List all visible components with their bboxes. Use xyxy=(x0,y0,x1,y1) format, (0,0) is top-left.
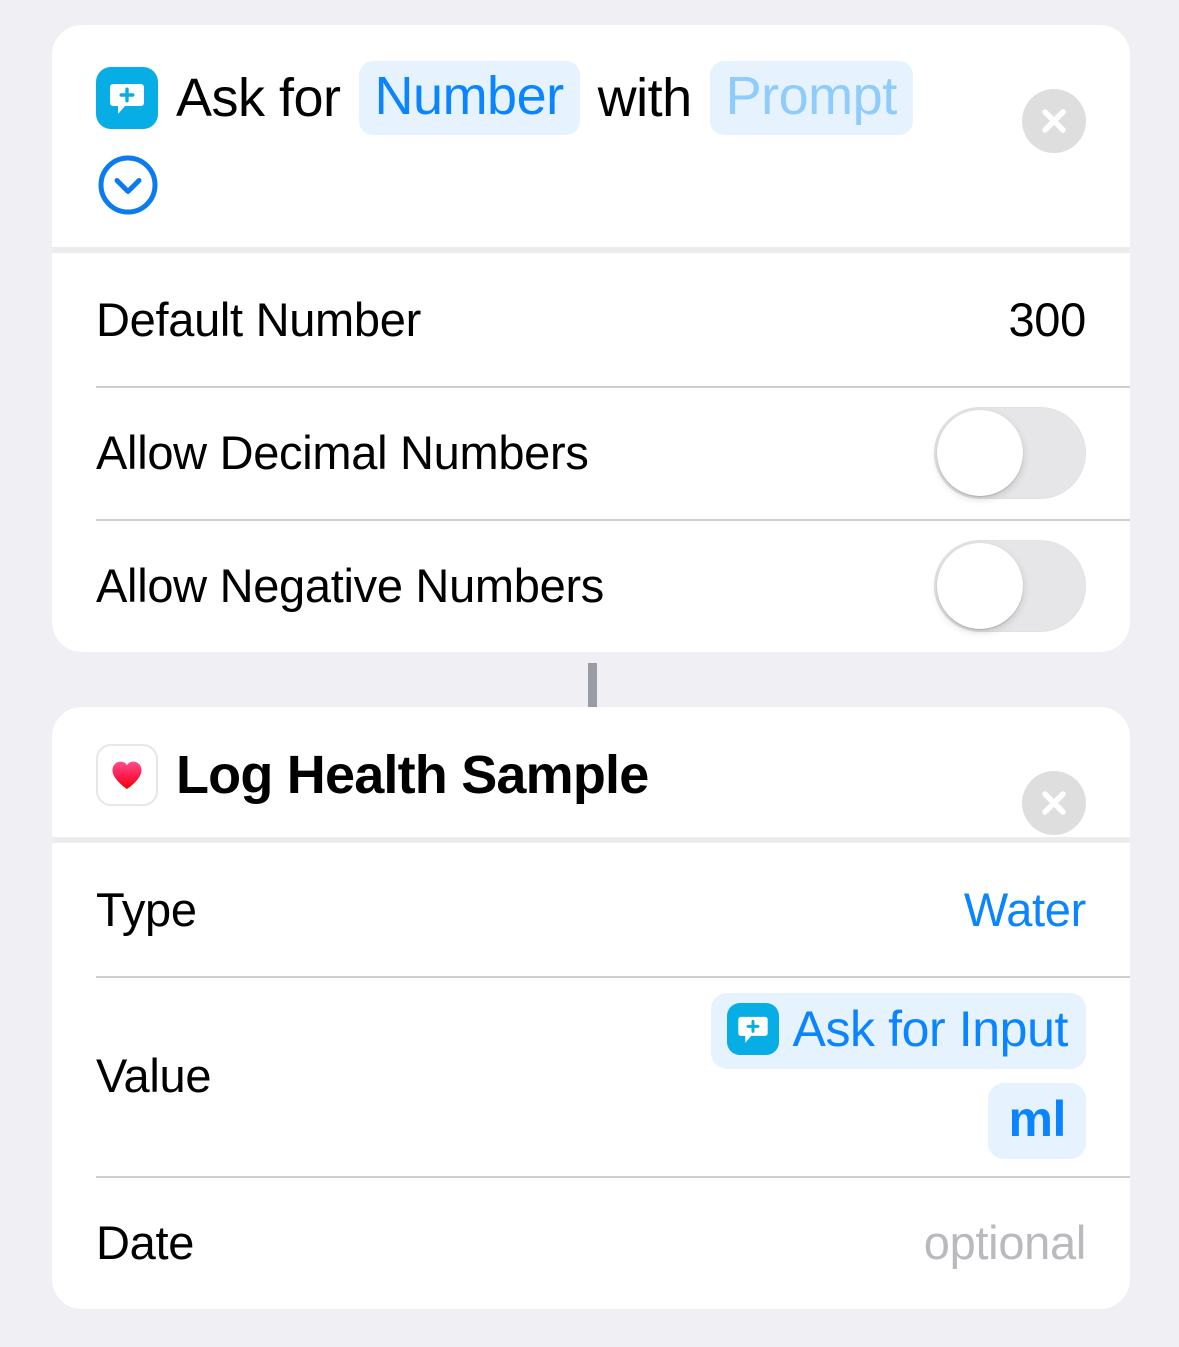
ask-for-input-icon xyxy=(96,67,158,129)
row-type[interactable]: Type Water xyxy=(52,843,1130,976)
toggle-knob xyxy=(937,409,1023,496)
value-token-stack: Ask for Input ml xyxy=(710,993,1086,1159)
toggle-allow-decimal-numbers[interactable] xyxy=(934,406,1086,499)
row-label-value: Value xyxy=(96,1049,212,1102)
row-allow-negative-numbers[interactable]: Allow Negative Numbers xyxy=(52,519,1130,652)
prompt-field[interactable]: Prompt xyxy=(709,61,913,135)
unit-token-ml[interactable]: ml xyxy=(988,1083,1086,1159)
action-connector-line xyxy=(588,663,597,710)
variable-token-label: Ask for Input xyxy=(792,1001,1069,1057)
row-value-date[interactable]: optional xyxy=(924,1215,1087,1271)
toggle-allow-negative-numbers[interactable] xyxy=(934,539,1086,632)
action-title-log-health-sample: Log Health Sample xyxy=(176,745,649,805)
ask-for-input-icon xyxy=(726,1003,779,1055)
close-icon[interactable] xyxy=(1022,89,1086,153)
row-default-number[interactable]: Default Number 300 xyxy=(52,253,1130,386)
row-label-allow-decimal-numbers: Allow Decimal Numbers xyxy=(96,425,589,479)
row-label-allow-negative-numbers: Allow Negative Numbers xyxy=(96,558,604,612)
action-card-ask-for-input[interactable]: Ask for Number with Prompt Default Numbe… xyxy=(52,25,1130,652)
row-label-type: Type xyxy=(96,882,197,936)
input-type-token[interactable]: Number xyxy=(358,61,580,135)
chevron-down-circle-icon[interactable] xyxy=(96,153,160,217)
variable-token-ask-for-input[interactable]: Ask for Input xyxy=(710,993,1086,1069)
header-text-ask-for: Ask for xyxy=(176,68,341,128)
shortcuts-action-editor: Ask for Number with Prompt Default Numbe… xyxy=(0,0,1179,1347)
action-header-ask-for-input: Ask for Number with Prompt xyxy=(52,25,1130,247)
health-heart-icon xyxy=(96,744,158,806)
row-label-date: Date xyxy=(96,1215,195,1269)
row-value-type[interactable]: Water xyxy=(964,882,1086,938)
row-date[interactable]: Date optional xyxy=(52,1176,1130,1309)
toggle-knob xyxy=(937,542,1023,629)
action-header-log-health-sample: Log Health Sample xyxy=(52,707,1130,837)
close-icon[interactable] xyxy=(1022,771,1086,835)
row-label-default-number: Default Number xyxy=(96,292,421,346)
row-value[interactable]: Value Ask for Input ml xyxy=(52,976,1130,1176)
row-value-default-number[interactable]: 300 xyxy=(1008,292,1086,348)
row-allow-decimal-numbers[interactable]: Allow Decimal Numbers xyxy=(52,386,1130,519)
header-text-with: with xyxy=(597,68,693,128)
action-card-log-health-sample[interactable]: Log Health Sample Type Water Value Ask f… xyxy=(52,707,1130,1309)
